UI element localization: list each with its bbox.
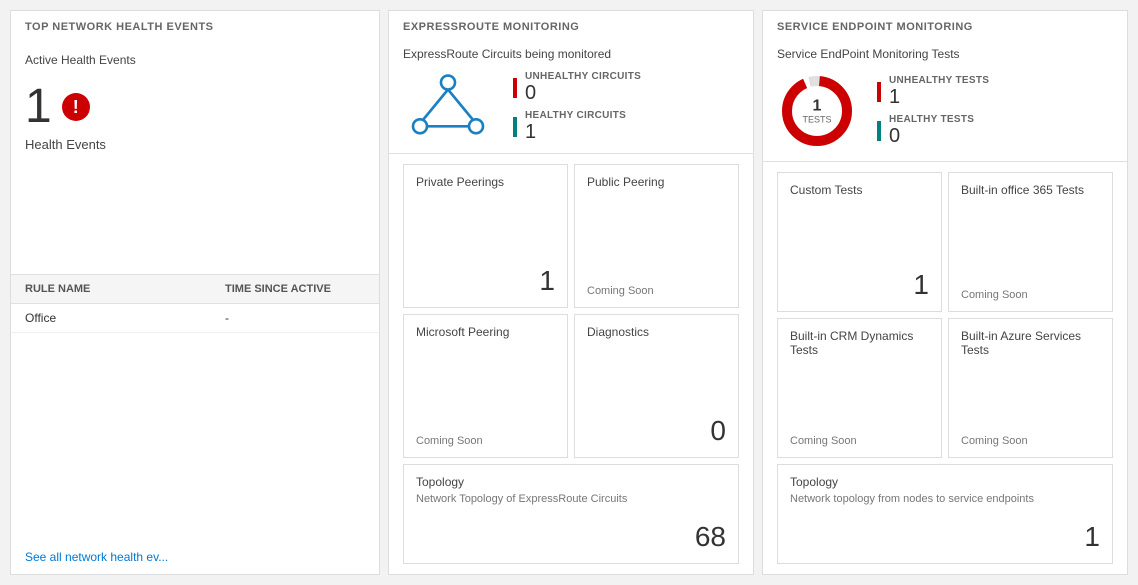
rule-name-cell: Office xyxy=(25,311,225,325)
right-tiles-grid: Custom Tests 1 Built-in office 365 Tests… xyxy=(777,172,1113,458)
tile-topology-right-value: 1 xyxy=(790,521,1100,553)
tile-microsoft-peering-subtitle: Coming Soon xyxy=(416,435,555,447)
tile-custom-tests-title: Custom Tests xyxy=(790,183,929,197)
middle-panel: EXPRESSROUTE MONITORING ExpressRoute Cir… xyxy=(388,10,754,575)
tile-office365-tests[interactable]: Built-in office 365 Tests Coming Soon xyxy=(948,172,1113,312)
table-row: Office - xyxy=(11,304,379,333)
error-icon: ! xyxy=(62,93,90,121)
health-count: 1 xyxy=(25,83,52,131)
tile-topology-middle-subtitle: Network Topology of ExpressRoute Circuit… xyxy=(416,493,726,505)
se-unhealthy-label: UNHEALTHY TESTS xyxy=(889,75,989,86)
tile-topology-right-title: Topology xyxy=(790,475,1100,489)
right-tiles-body: Custom Tests 1 Built-in office 365 Tests… xyxy=(763,162,1127,574)
tile-private-peerings-value: 1 xyxy=(416,265,555,297)
tile-microsoft-peering[interactable]: Microsoft Peering Coming Soon xyxy=(403,314,568,458)
se-unhealthy-bar xyxy=(877,82,881,102)
active-health-subtitle: Active Health Events xyxy=(25,53,365,67)
donut-number: 1 xyxy=(802,97,831,115)
tile-custom-tests[interactable]: Custom Tests 1 xyxy=(777,172,942,312)
tile-topology-right-subtitle: Network topology from nodes to service e… xyxy=(790,493,1100,505)
tile-diagnostics-value: 0 xyxy=(587,415,726,447)
service-endpoint-monitor-title: Service EndPoint Monitoring Tests xyxy=(777,47,1113,61)
se-healthy-value: 0 xyxy=(889,125,974,147)
col-time-since: TIME SINCE ACTIVE xyxy=(225,283,365,295)
service-endpoint-monitor-section: Service EndPoint Monitoring Tests 1 TEST xyxy=(763,39,1127,162)
expressroute-monitor-title: ExpressRoute Circuits being monitored xyxy=(403,47,739,61)
see-all-link[interactable]: See all network health ev... xyxy=(25,550,168,564)
unhealthy-circuits-label: UNHEALTHY CIRCUITS xyxy=(525,71,641,82)
tile-private-peerings-title: Private Peerings xyxy=(416,175,555,189)
service-endpoint-donut: 1 TESTS xyxy=(777,71,857,151)
middle-panel-header: EXPRESSROUTE MONITORING xyxy=(389,11,753,39)
se-healthy-bar xyxy=(877,121,881,141)
unhealthy-circuits-value: 0 xyxy=(525,82,641,104)
service-endpoint-legend: UNHEALTHY TESTS 1 HEALTHY TESTS 0 xyxy=(877,75,989,147)
tile-topology-middle-value: 68 xyxy=(416,521,726,553)
tile-public-peering[interactable]: Public Peering Coming Soon xyxy=(574,164,739,308)
tile-topology-middle-title: Topology xyxy=(416,475,726,489)
tile-crm-tests-subtitle: Coming Soon xyxy=(790,435,929,447)
tile-topology-middle[interactable]: Topology Network Topology of ExpressRout… xyxy=(403,464,739,564)
tile-topology-right[interactable]: Topology Network topology from nodes to … xyxy=(777,464,1113,564)
left-panel: TOP NETWORK HEALTH EVENTS Active Health … xyxy=(10,10,380,575)
middle-tiles-grid: Private Peerings 1 Public Peering Coming… xyxy=(403,164,739,458)
tile-azure-tests-title: Built-in Azure Services Tests xyxy=(961,329,1100,357)
tile-diagnostics-title: Diagnostics xyxy=(587,325,726,339)
middle-tiles-body: Private Peerings 1 Public Peering Coming… xyxy=(389,154,753,574)
healthy-circuits-label: HEALTHY CIRCUITS xyxy=(525,110,626,121)
tile-custom-tests-value: 1 xyxy=(790,269,929,301)
network-topology-icon xyxy=(403,72,493,142)
tile-public-peering-title: Public Peering xyxy=(587,175,726,189)
tile-azure-tests-subtitle: Coming Soon xyxy=(961,435,1100,447)
left-panel-header: TOP NETWORK HEALTH EVENTS xyxy=(11,11,379,39)
donut-label: TESTS xyxy=(802,115,831,125)
col-rule-name: RULE NAME xyxy=(25,283,225,295)
tile-public-peering-subtitle: Coming Soon xyxy=(587,285,726,297)
healthy-circuits-value: 1 xyxy=(525,121,626,143)
tile-diagnostics[interactable]: Diagnostics 0 xyxy=(574,314,739,458)
right-panel-header: SERVICE ENDPOINT MONITORING xyxy=(763,11,1127,39)
unhealthy-bar xyxy=(513,78,517,98)
table-header: RULE NAME TIME SINCE ACTIVE xyxy=(11,274,379,304)
left-footer: See all network health ev... xyxy=(11,540,379,574)
expressroute-legend: UNHEALTHY CIRCUITS 0 HEALTHY CIRCUITS 1 xyxy=(513,71,641,143)
time-since-cell: - xyxy=(225,311,365,325)
se-unhealthy-value: 1 xyxy=(889,86,989,108)
tile-private-peerings[interactable]: Private Peerings 1 xyxy=(403,164,568,308)
tile-crm-tests-title: Built-in CRM Dynamics Tests xyxy=(790,329,929,357)
health-label: Health Events xyxy=(25,137,365,152)
tile-crm-tests[interactable]: Built-in CRM Dynamics Tests Coming Soon xyxy=(777,318,942,458)
expressroute-monitor-section: ExpressRoute Circuits being monitored UN xyxy=(389,39,753,154)
tile-azure-tests[interactable]: Built-in Azure Services Tests Coming Soo… xyxy=(948,318,1113,458)
tile-office365-tests-subtitle: Coming Soon xyxy=(961,289,1100,301)
right-panel: SERVICE ENDPOINT MONITORING Service EndP… xyxy=(762,10,1128,575)
tile-office365-tests-title: Built-in office 365 Tests xyxy=(961,183,1100,197)
se-healthy-label: HEALTHY TESTS xyxy=(889,114,974,125)
tile-microsoft-peering-title: Microsoft Peering xyxy=(416,325,555,339)
healthy-bar xyxy=(513,117,517,137)
